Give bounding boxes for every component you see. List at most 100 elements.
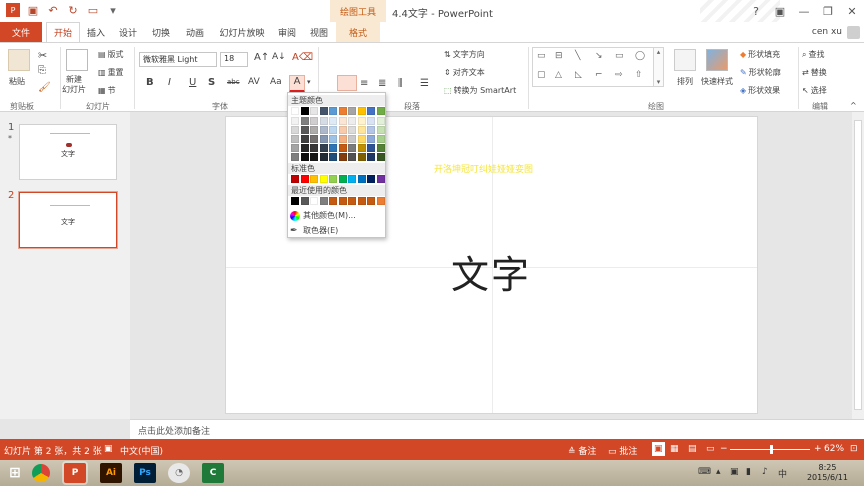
color-swatch[interactable] <box>291 153 299 161</box>
help-icon[interactable]: ? <box>744 0 768 22</box>
color-swatch[interactable] <box>376 117 385 125</box>
gallery-scroll[interactable]: ▴ ▾ <box>654 47 664 87</box>
color-swatch[interactable] <box>357 126 366 134</box>
zoom-out-icon[interactable]: − <box>720 444 728 454</box>
reading-view-icon[interactable]: ▤ <box>688 444 697 454</box>
color-swatch[interactable] <box>310 107 318 115</box>
rounded-rect-icon[interactable]: ▢ <box>537 70 546 80</box>
color-swatch[interactable] <box>338 135 347 143</box>
color-swatch[interactable] <box>348 107 356 115</box>
oval-shape-icon[interactable]: ◯ <box>635 51 645 61</box>
color-swatch[interactable] <box>300 117 309 125</box>
shrink-font-icon[interactable]: A↓ <box>272 52 286 62</box>
standard-color-swatch[interactable] <box>300 175 309 183</box>
photoshop-icon[interactable]: Ps <box>134 463 156 483</box>
color-swatch[interactable] <box>319 126 328 134</box>
recent-color-swatch[interactable] <box>338 197 347 205</box>
line-spacing-icon[interactable]: ☰ <box>420 78 429 89</box>
paste-button[interactable]: 粘贴 <box>9 76 25 87</box>
find-button[interactable]: ⌕ 查找 <box>802 49 824 60</box>
char-spacing-button[interactable]: AV <box>248 77 260 87</box>
color-swatch[interactable] <box>300 126 309 134</box>
color-swatch[interactable] <box>338 107 347 115</box>
color-swatch[interactable] <box>376 144 385 152</box>
color-swatch[interactable] <box>376 126 385 134</box>
slide-subtitle-text[interactable]: 开洛坤冠叮纠娃娅娅娈图 <box>434 162 533 175</box>
color-swatch[interactable] <box>338 153 347 161</box>
standard-color-swatch[interactable] <box>357 175 366 183</box>
color-swatch[interactable] <box>338 126 347 134</box>
shape-fill-button[interactable]: ◆ 形状填充 <box>740 49 780 60</box>
right-triangle-icon[interactable]: ◺ <box>575 70 582 80</box>
tab-slideshow[interactable]: 幻灯片放映 <box>214 22 270 42</box>
recent-color-swatch[interactable] <box>319 197 328 205</box>
recent-color-swatch[interactable] <box>357 197 366 205</box>
illustrator-icon[interactable]: Ai <box>100 463 122 483</box>
chrome-icon[interactable] <box>32 464 50 482</box>
save-icon[interactable]: ▣ <box>26 3 40 17</box>
undo-icon[interactable]: ↶ <box>46 3 60 17</box>
slideshow-view-icon[interactable]: ▭ <box>706 444 715 454</box>
tab-animations[interactable]: 动画 <box>180 22 210 42</box>
customize-qat-icon[interactable]: ▾ <box>106 3 120 17</box>
powerpoint-icon[interactable]: P <box>6 3 20 17</box>
recent-color-swatch[interactable] <box>367 197 375 205</box>
color-swatch[interactable] <box>300 107 309 115</box>
elbow-line-icon[interactable]: ⌐ <box>595 70 603 80</box>
color-swatch[interactable] <box>348 126 356 134</box>
paste-icon[interactable] <box>8 49 30 71</box>
color-swatch[interactable] <box>348 117 356 125</box>
tab-design[interactable]: 设计 <box>114 22 142 42</box>
color-swatch[interactable] <box>310 153 318 161</box>
start-from-beginning-icon[interactable]: ▭ <box>86 3 100 17</box>
color-swatch[interactable] <box>357 107 366 115</box>
tray-expand-icon[interactable]: ▴ <box>716 467 721 477</box>
color-swatch[interactable] <box>310 144 318 152</box>
recent-color-swatch[interactable] <box>291 197 299 205</box>
color-swatch[interactable] <box>329 117 337 125</box>
color-swatch[interactable] <box>367 107 375 115</box>
powerpoint-taskbar-icon[interactable]: P <box>64 463 86 483</box>
more-colors-item[interactable]: 其他颜色(M)... <box>290 210 356 221</box>
shape-effects-button[interactable]: ◈ 形状效果 <box>740 85 780 96</box>
textbox-shape-icon[interactable]: ▭ <box>537 51 546 61</box>
font-size-field[interactable]: 18 <box>220 52 248 67</box>
standard-color-swatch[interactable] <box>348 175 356 183</box>
columns-icon[interactable]: ⫼ <box>398 78 403 89</box>
align-center-icon[interactable] <box>337 75 357 91</box>
line-shape-icon[interactable]: ╲ <box>575 51 580 61</box>
color-swatch[interactable] <box>319 107 328 115</box>
select-button[interactable]: ↖ 选择 <box>802 85 827 96</box>
bold-button[interactable]: B <box>146 77 154 88</box>
change-case-button[interactable]: Aa <box>270 77 282 87</box>
underline-button[interactable]: U <box>189 77 196 88</box>
standard-color-swatch[interactable] <box>367 175 375 183</box>
color-swatch[interactable] <box>329 144 337 152</box>
color-swatch[interactable] <box>367 144 375 152</box>
arrow-up-icon[interactable]: ⇧ <box>635 70 643 80</box>
reset-button[interactable]: ▥ 重置 <box>98 67 124 78</box>
fit-slide-icon[interactable]: ⊡ <box>850 444 858 454</box>
eyedropper-item[interactable]: ✒ 取色器(E) <box>290 225 338 236</box>
rectangle-shape-icon[interactable]: ▭ <box>615 51 624 61</box>
section-button[interactable]: ▦ 节 <box>98 85 116 96</box>
color-swatch[interactable] <box>300 135 309 143</box>
recent-color-swatch[interactable] <box>300 197 309 205</box>
strikethrough-button[interactable]: abc <box>227 78 240 86</box>
windows-start-icon[interactable]: ⊞ <box>4 463 26 483</box>
color-swatch[interactable] <box>291 126 299 134</box>
block-arrow-icon[interactable]: ⇨ <box>615 70 623 80</box>
shadow-text-button[interactable]: S <box>208 77 215 88</box>
color-swatch[interactable] <box>329 107 337 115</box>
color-swatch[interactable] <box>329 135 337 143</box>
taskbar-clock[interactable]: 8:25 2015/6/11 <box>807 463 848 483</box>
color-swatch[interactable] <box>310 126 318 134</box>
color-swatch[interactable] <box>291 117 299 125</box>
color-swatch[interactable] <box>310 135 318 143</box>
standard-color-swatch[interactable] <box>291 175 299 183</box>
language-status[interactable]: 中文(中国) <box>120 444 163 457</box>
standard-color-swatch[interactable] <box>319 175 328 183</box>
replace-button[interactable]: ⇄ 替换 <box>802 67 827 78</box>
color-swatch[interactable] <box>376 107 385 115</box>
format-painter-icon[interactable]: 🖌 <box>38 82 51 93</box>
